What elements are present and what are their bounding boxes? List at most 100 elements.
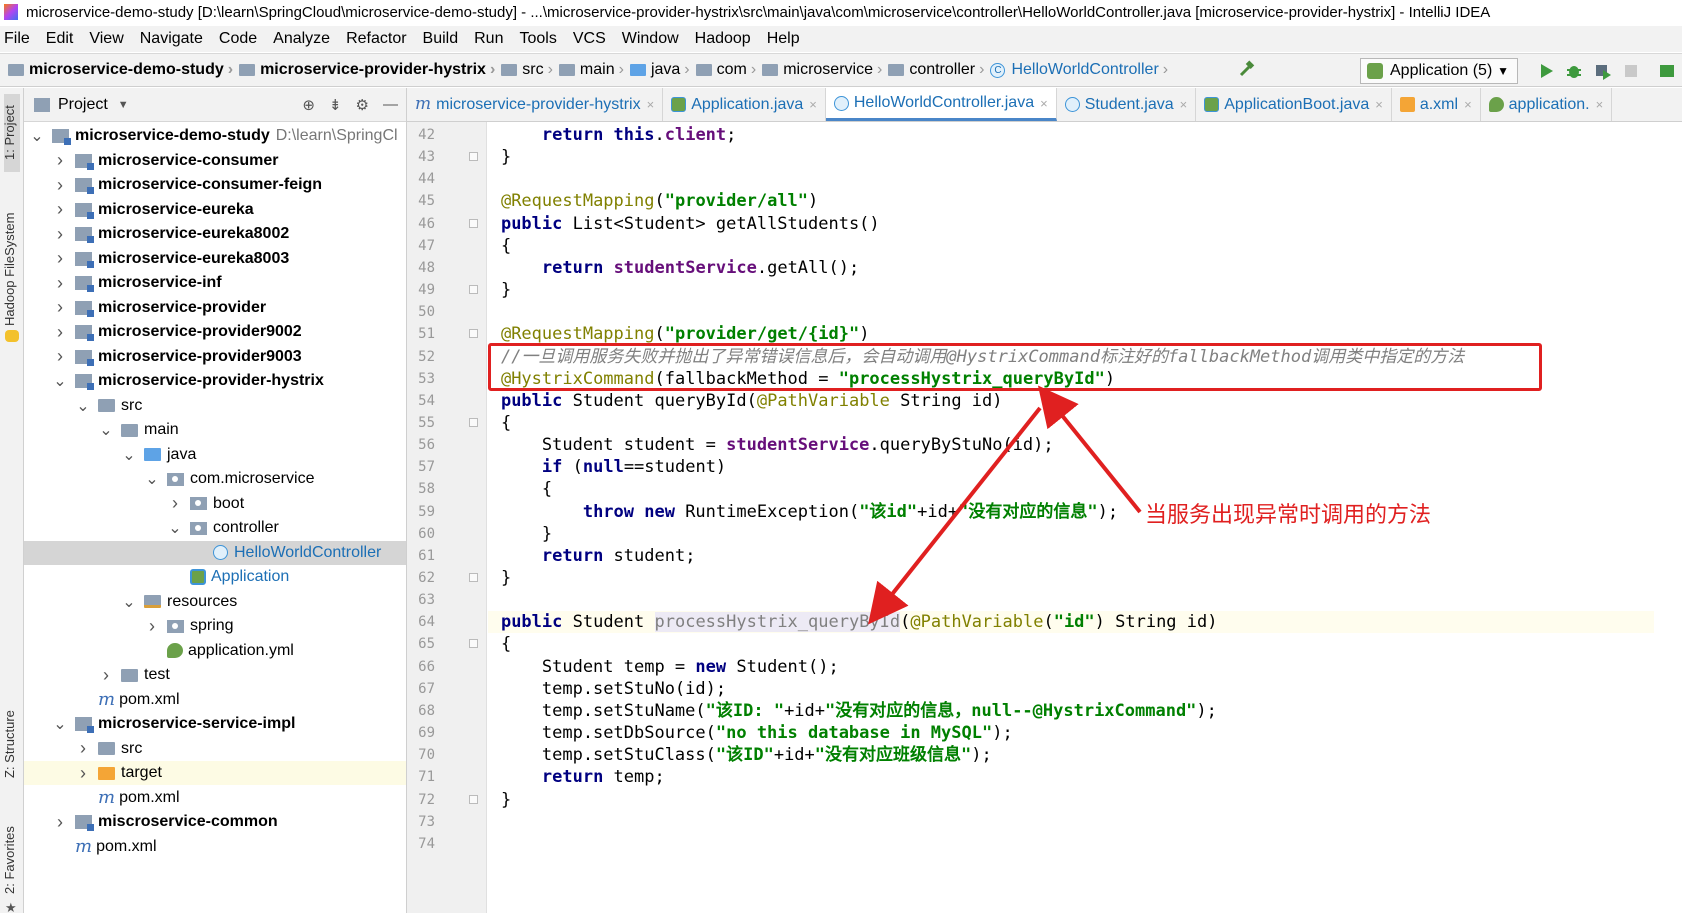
chevron-right-icon[interactable]: › (53, 248, 67, 269)
menu-analyze[interactable]: Analyze (273, 30, 330, 48)
tree-node[interactable]: › microservice-eureka8002 (24, 222, 406, 246)
tree-node[interactable]: › microservice-eureka8003 (24, 247, 406, 271)
code-line[interactable]: { (488, 633, 1654, 655)
menu-view[interactable]: View (89, 30, 123, 48)
tree-node[interactable]: m pom.xml (24, 786, 406, 810)
breadcrumb-item[interactable]: controller › (888, 61, 990, 79)
code-line[interactable]: return studentService.getAll(); (488, 257, 1654, 279)
tree-node[interactable]: › miscroservice-common (24, 810, 406, 834)
tool-tab-project-label[interactable]: 1: Project (2, 105, 17, 160)
menu-refactor[interactable]: Refactor (346, 30, 406, 48)
tree-node[interactable]: application.yml (24, 639, 406, 663)
code-line[interactable]: temp.setStuName("该ID: "+id+"没有对应的信息，null… (488, 700, 1654, 722)
editor-tab[interactable]: m microservice-provider-hystrix × (407, 88, 664, 121)
tree-node[interactable]: › microservice-provider9003 (24, 345, 406, 369)
close-tab-icon[interactable]: × (1464, 97, 1472, 112)
menu-tools[interactable]: Tools (519, 30, 556, 48)
extra-toolbar-icon[interactable] (1658, 62, 1676, 80)
run-configuration-select[interactable]: Application (5) ▼ (1360, 58, 1518, 84)
menu-window[interactable]: Window (622, 30, 679, 48)
code-line[interactable]: return temp; (488, 766, 1654, 788)
breadcrumb-item[interactable]: C HelloWorldController › (990, 61, 1174, 79)
tree-node[interactable]: › microservice-provider (24, 296, 406, 320)
tree-node[interactable]: m pom.xml (24, 688, 406, 712)
scroll-from-source-icon[interactable]: ⊕ (302, 96, 315, 114)
tree-node[interactable]: › src (24, 737, 406, 761)
tree-node[interactable]: › microservice-eureka (24, 198, 406, 222)
code-line[interactable]: } (488, 279, 1654, 301)
build-hammer-icon[interactable] (1238, 60, 1256, 78)
chevron-down-icon[interactable]: ⌄ (168, 518, 182, 538)
menu-vcs[interactable]: VCS (573, 30, 606, 48)
run-icon[interactable] (1537, 62, 1555, 80)
fold-marker-icon[interactable] (469, 152, 478, 162)
chevron-down-icon[interactable]: ⌄ (99, 420, 113, 440)
fold-marker-icon[interactable] (469, 794, 478, 804)
debug-icon[interactable] (1565, 62, 1583, 80)
chevron-down-icon[interactable]: ⌄ (53, 714, 67, 734)
code-line[interactable]: } (488, 789, 1654, 811)
project-panel-title[interactable]: Project (58, 96, 108, 114)
tree-node[interactable]: › microservice-inf (24, 271, 406, 295)
hide-panel-icon[interactable]: — (383, 96, 398, 114)
stop-icon[interactable] (1622, 62, 1640, 80)
code-line[interactable]: } (488, 811, 1654, 833)
menu-edit[interactable]: Edit (46, 30, 74, 48)
tree-node[interactable]: › boot (24, 492, 406, 516)
chevron-down-icon[interactable]: ⌄ (53, 371, 67, 391)
chevron-right-icon[interactable]: › (76, 738, 90, 759)
chevron-right-icon[interactable]: › (53, 224, 67, 245)
tree-node[interactable]: HelloWorldController (24, 540, 406, 565)
chevron-right-icon[interactable]: › (53, 199, 67, 220)
code-line[interactable]: temp.setStuNo(id); (488, 678, 1654, 700)
breadcrumb-item[interactable]: src › (501, 61, 559, 79)
tree-node[interactable]: › test (24, 663, 406, 687)
chevron-right-icon[interactable]: › (99, 665, 113, 686)
fold-marker-icon[interactable] (469, 417, 478, 427)
chevron-down-icon[interactable]: ⌄ (30, 126, 44, 146)
code-line[interactable]: } (488, 523, 1654, 545)
editor-tab[interactable]: ApplicationBoot.java × (1196, 88, 1392, 121)
run-with-coverage-icon[interactable] (1594, 62, 1612, 80)
breadcrumb-item[interactable]: microservice-demo-study › (8, 61, 239, 79)
chevron-down-icon[interactable]: ⌄ (76, 396, 90, 416)
code-line[interactable]: public Student queryById(@PathVariable S… (488, 390, 1654, 412)
tool-tab-structure-label[interactable]: Z: Structure (2, 710, 17, 778)
tree-node[interactable]: ⌄ microservice-service-impl (24, 712, 406, 736)
menu-code[interactable]: Code (219, 30, 257, 48)
breadcrumb-item[interactable]: java › (629, 61, 696, 79)
code-line[interactable]: @RequestMapping("provider/all") (488, 190, 1654, 212)
code-line[interactable]: { (488, 412, 1654, 434)
tool-tab-hadoop-label[interactable]: Hadoop FileSystem (2, 213, 17, 326)
close-tab-icon[interactable]: × (1375, 97, 1383, 112)
settings-gear-icon[interactable]: ⚙ (356, 96, 369, 114)
chevron-right-icon[interactable]: › (53, 322, 67, 343)
tree-node[interactable]: › microservice-consumer-feign (24, 173, 406, 197)
menu-hadoop[interactable]: Hadoop (695, 30, 751, 48)
tree-node[interactable]: ⌄ microservice-provider-hystrix (24, 369, 406, 393)
code-line[interactable]: Student temp = new Student(); (488, 656, 1654, 678)
collapse-all-icon[interactable]: ⇟ (329, 96, 342, 114)
breadcrumb-item[interactable]: microservice › (762, 61, 888, 79)
tree-node[interactable]: ⌄ java (24, 443, 406, 467)
fold-marker-icon[interactable] (469, 218, 478, 228)
code-line[interactable]: if (null==student) (488, 456, 1654, 478)
code-line[interactable]: { (488, 478, 1654, 500)
code-line[interactable]: throw new RuntimeException("该id"+id+"没有对… (488, 501, 1654, 523)
breadcrumb-item[interactable]: com › (695, 61, 763, 79)
chevron-right-icon[interactable]: › (53, 273, 67, 294)
tree-node[interactable]: ⌄ main (24, 418, 406, 442)
menu-navigate[interactable]: Navigate (140, 30, 203, 48)
close-tab-icon[interactable]: × (647, 97, 655, 112)
editor-tab[interactable]: Application.java × (663, 88, 826, 121)
chevron-down-icon[interactable]: ▼ (118, 99, 129, 111)
menu-file[interactable]: File (4, 30, 30, 48)
tree-node[interactable]: › microservice-provider9002 (24, 320, 406, 344)
code-line[interactable] (488, 168, 1654, 190)
code-line[interactable]: } (488, 567, 1654, 589)
code-line[interactable]: public List<Student> getAllStudents() (488, 213, 1654, 235)
code-line[interactable] (488, 589, 1654, 611)
chevron-right-icon[interactable]: › (53, 297, 67, 318)
tree-node[interactable]: ⌄ controller (24, 516, 406, 540)
editor-tab[interactable]: Student.java × (1057, 88, 1197, 121)
